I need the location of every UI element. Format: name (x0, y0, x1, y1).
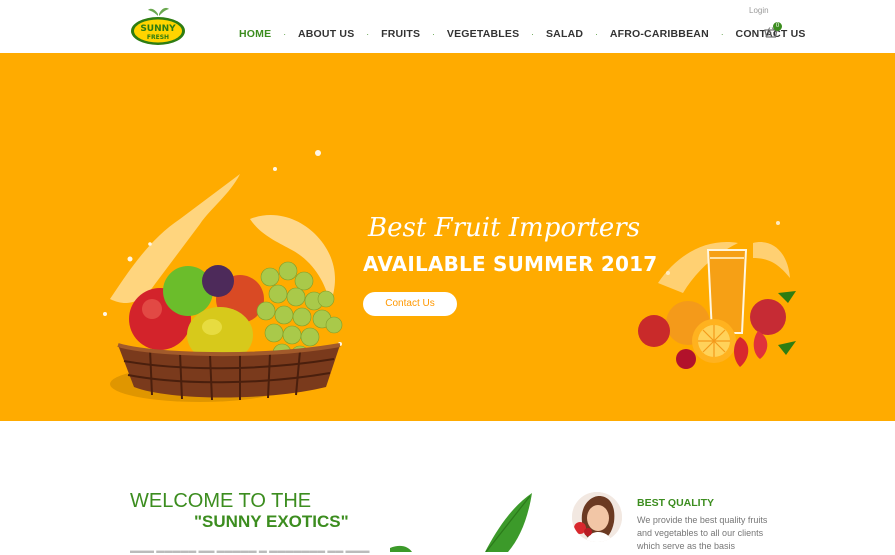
welcome-title-line1: WELCOME TO THE (130, 490, 312, 512)
avatar (572, 492, 622, 542)
nav-item-fruits[interactable]: FRUITS (381, 28, 420, 40)
logo-line2: FRESH (147, 34, 169, 41)
logo-line1: SUNNY (140, 24, 176, 34)
feature-title: BEST QUALITY (637, 497, 715, 509)
sunny-fresh-logo[interactable]: SUNNY FRESH (128, 4, 188, 48)
nav-separator: · (366, 29, 370, 39)
main-nav: HOME · ABOUT US · FRUITS · VEGETABLES · SALAD · AF… (239, 28, 806, 40)
login-link[interactable]: Login (749, 6, 769, 15)
cart-count-badge: 0 (773, 22, 782, 31)
feature-text: We provide the best quality fruits and v… (637, 515, 768, 551)
juice-fruits-image (638, 221, 796, 369)
nav-separator: · (432, 29, 435, 39)
intro-text-cut: ▬▬▬ ▬▬▬▬▬ ▬▬ ▬▬▬▬▬ ▬ ▬▬▬▬▬▬▬ ▬▬ ▬▬▬ (130, 546, 370, 555)
welcome-title-line2: "SUNNY EXOTICS" (194, 512, 349, 531)
hero-slider: Best Fruit Importers AVAILABLE SUMMER 20… (0, 53, 895, 421)
hero-main-title: AVAILABLE SUMMER 2017 (363, 252, 658, 276)
site-header: SUNNY FRESH Login HOME · ABOUT US · FRUITS · V… (0, 0, 895, 53)
nav-item-afro-caribbean[interactable]: AFRO-CARIBBEAN (610, 28, 709, 40)
hero-script-title: Best Fruit Importers (368, 213, 641, 243)
nav-item-about-us[interactable]: ABOUT US (298, 28, 354, 40)
nav-item-vegetables[interactable]: VEGETABLES (447, 28, 519, 40)
nav-separator: · (531, 29, 534, 39)
nav-separator: · (595, 29, 598, 39)
nav-item-home[interactable]: HOME (239, 28, 271, 40)
nav-separator: · (283, 29, 286, 39)
nav-item-salad[interactable]: SALAD (546, 28, 583, 40)
fruit-basket-image (103, 150, 343, 402)
leaf-decoration (390, 493, 532, 552)
contact-us-button[interactable]: Contact Us (363, 292, 457, 316)
nav-separator: · (720, 29, 724, 39)
